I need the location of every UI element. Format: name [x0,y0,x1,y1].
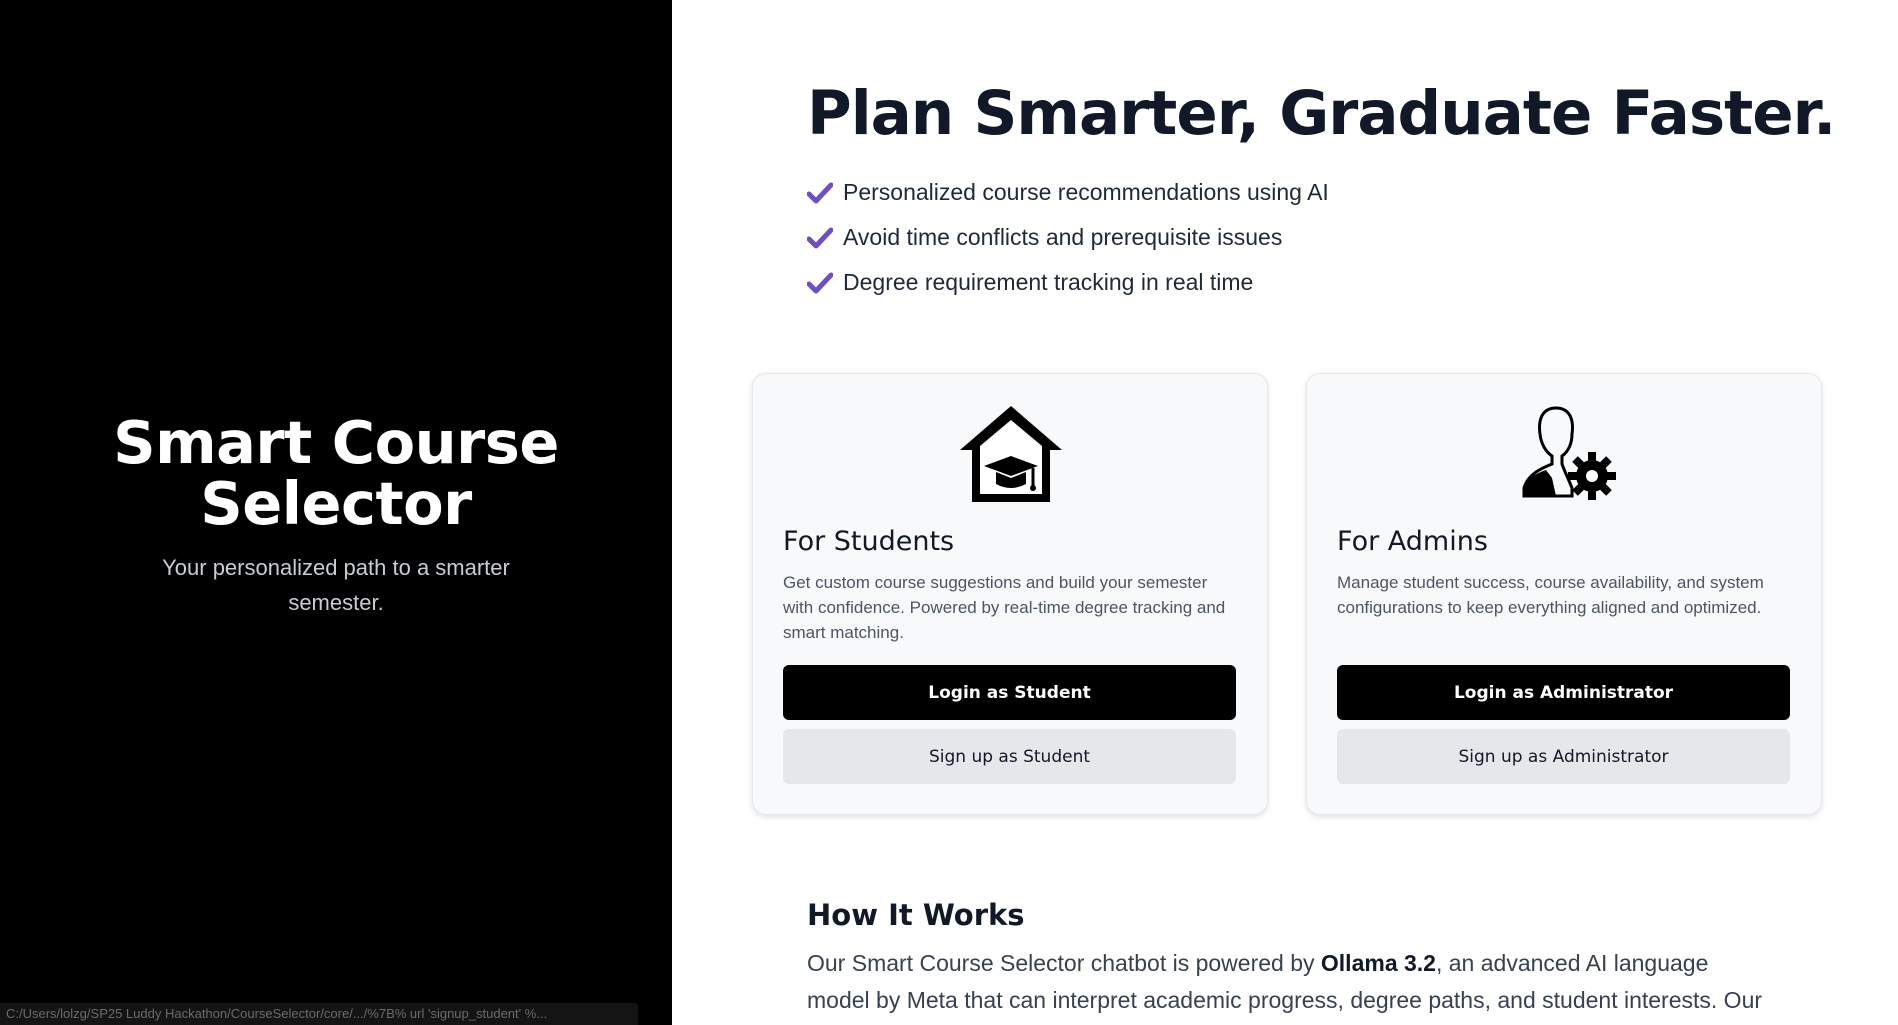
brand-panel: Smart Course Selector Your personalized … [0,0,672,1025]
brand-title: Smart Course Selector [0,412,672,534]
how-it-works-title: How It Works [807,898,1025,932]
brand-title-line2: Selector [200,469,472,538]
login-admin-button[interactable]: Login as Administrator [1337,665,1790,720]
page-headline: Plan Smarter, Graduate Faster. [807,78,1836,149]
signup-admin-button[interactable]: Sign up as Administrator [1337,729,1790,784]
admins-card-title: For Admins [1337,526,1488,557]
checkmark-icon [807,182,833,203]
students-card-title: For Students [783,526,955,557]
feature-text: Personalized course recommendations usin… [843,179,1329,205]
admins-card-description: Manage student success, course availabil… [1337,573,1764,617]
how-it-works-text-start: Our Smart Course Selector chatbot is pow… [807,950,1321,976]
graduation-house-icon [960,406,1062,502]
login-student-button[interactable]: Login as Student [783,665,1236,720]
how-it-works-text: Our Smart Course Selector chatbot is pow… [807,945,1767,1019]
feature-item: Personalized course recommendations usin… [807,170,1329,215]
feature-item: Degree requirement tracking in real time [807,260,1329,305]
brand-title-line1: Smart Course [113,408,559,477]
students-card-description: Get custom course suggestions and build … [783,573,1226,642]
feature-item: Avoid time conflicts and prerequisite is… [807,215,1329,260]
model-name: Ollama 3.2 [1320,950,1436,976]
checkmark-icon [807,227,833,248]
status-bar-url: C:/Users/lolzg/SP25 Luddy Hackathon/Cour… [0,1003,638,1025]
feature-text: Avoid time conflicts and prerequisite is… [843,224,1283,250]
admin-gear-icon [1522,406,1616,500]
main-content: Plan Smarter, Graduate Faster. Personali… [672,0,1898,1025]
feature-text: Degree requirement tracking in real time [843,269,1254,295]
students-card: For Students Get custom course suggestio… [752,373,1268,815]
brand-subtitle: Your personalized path to a smarter seme… [162,555,510,615]
checkmark-icon [807,272,833,293]
feature-list: Personalized course recommendations usin… [807,170,1329,305]
signup-student-button[interactable]: Sign up as Student [783,729,1236,784]
admins-card: For Admins Manage student success, cours… [1306,373,1822,815]
